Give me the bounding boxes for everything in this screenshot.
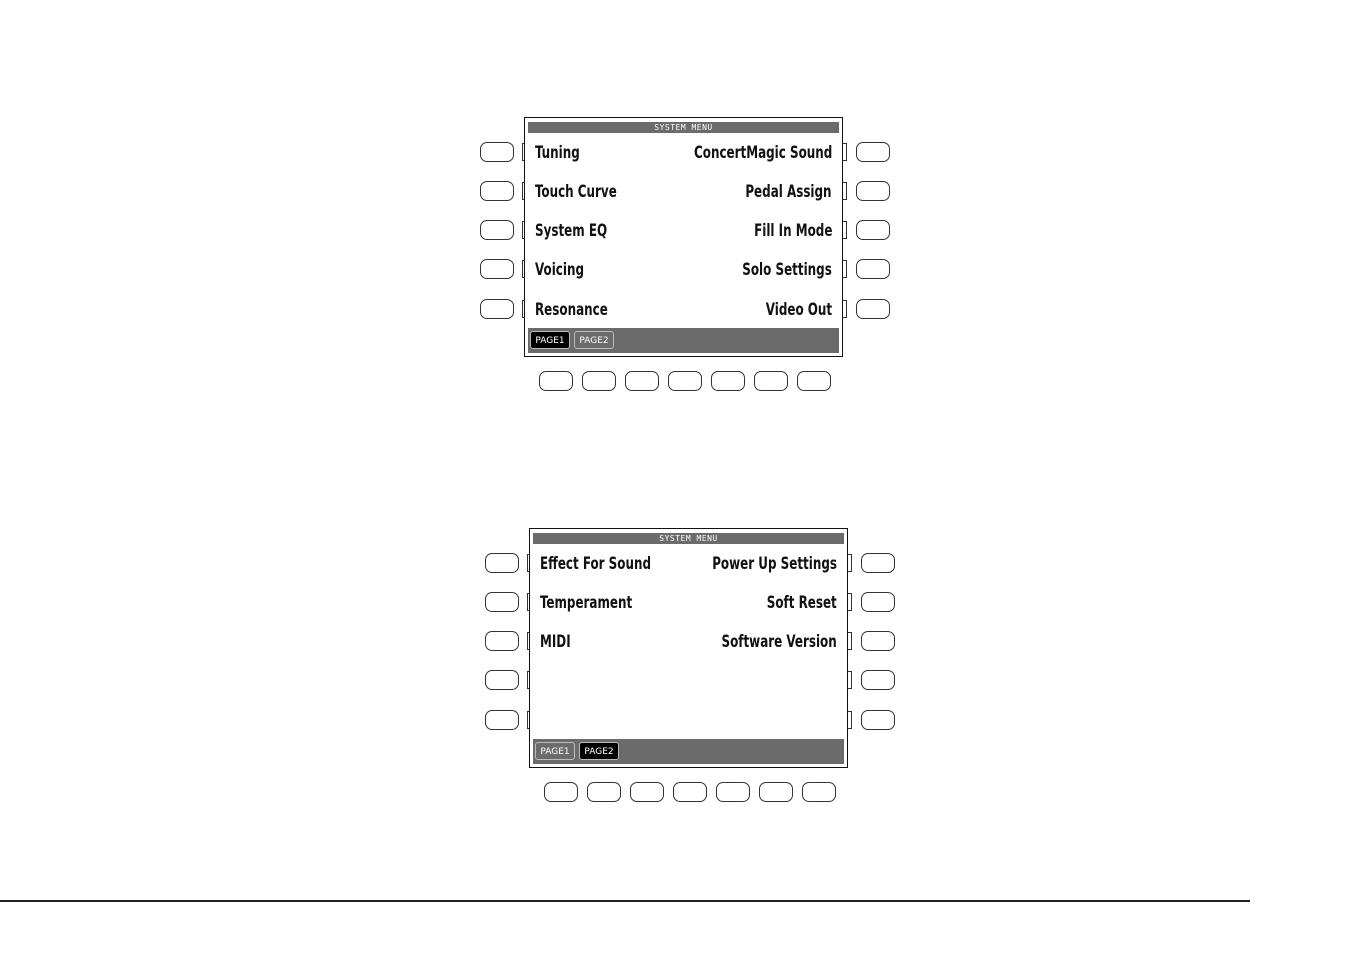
tab-page2[interactable]: PAGE2	[574, 331, 614, 349]
right-bracket-3	[848, 632, 852, 650]
bottom-soft-button-5[interactable]	[711, 371, 745, 391]
right-bracket-4	[848, 671, 852, 689]
menu-item-right-2[interactable]: Soft Reset	[767, 593, 837, 613]
right-soft-button-2[interactable]	[861, 592, 895, 612]
left-soft-button-4[interactable]	[480, 259, 514, 279]
bottom-soft-button-2[interactable]	[582, 371, 616, 391]
screen-title: SYSTEM MENU	[528, 122, 839, 133]
bottom-soft-button-4[interactable]	[668, 371, 702, 391]
system-menu-page1-panel: SYSTEM MENU Tuning ConcertMagic Sound Touch…	[478, 114, 898, 404]
right-soft-button-1[interactable]	[861, 553, 895, 573]
right-bracket-5	[848, 711, 852, 729]
menu-item-left-3[interactable]: MIDI	[540, 632, 571, 652]
right-bracket-4	[843, 260, 847, 278]
right-bracket-5	[843, 300, 847, 318]
bottom-soft-button-1[interactable]	[544, 782, 578, 802]
page-divider-line	[0, 900, 1250, 902]
right-bracket-3	[843, 221, 847, 239]
right-soft-button-4[interactable]	[856, 259, 890, 279]
right-bracket-1	[843, 143, 847, 161]
bottom-soft-button-2[interactable]	[587, 782, 621, 802]
menu-item-left-1[interactable]: Effect For Sound	[540, 554, 651, 574]
left-soft-button-3[interactable]	[485, 631, 519, 651]
right-soft-button-4[interactable]	[861, 670, 895, 690]
menu-item-left-4[interactable]: Voicing	[535, 260, 584, 280]
left-soft-button-4[interactable]	[485, 670, 519, 690]
right-bracket-1	[848, 554, 852, 572]
right-soft-button-5[interactable]	[856, 299, 890, 319]
tab-page1[interactable]: PAGE1	[530, 331, 570, 349]
left-soft-button-1[interactable]	[480, 142, 514, 162]
right-soft-button-3[interactable]	[856, 220, 890, 240]
left-soft-button-5[interactable]	[485, 710, 519, 730]
bottom-soft-button-5[interactable]	[716, 782, 750, 802]
lcd-screen: SYSTEM MENU Tuning ConcertMagic Sound Touch…	[524, 117, 843, 357]
menu-item-left-5[interactable]: Resonance	[535, 300, 608, 320]
bottom-soft-button-7[interactable]	[797, 371, 831, 391]
right-soft-button-2[interactable]	[856, 181, 890, 201]
menu-item-left-2[interactable]: Temperament	[540, 593, 632, 613]
right-soft-button-3[interactable]	[861, 631, 895, 651]
menu-item-right-3[interactable]: Fill In Mode	[754, 221, 832, 241]
menu-item-left-3[interactable]: System EQ	[535, 221, 607, 241]
bottom-soft-button-6[interactable]	[759, 782, 793, 802]
system-menu-page2-panel: SYSTEM MENU Effect For Sound Power Up Sett…	[483, 525, 903, 815]
menu-item-right-1[interactable]: ConcertMagic Sound	[694, 143, 832, 163]
tab-page1[interactable]: PAGE1	[535, 742, 575, 760]
menu-item-right-3[interactable]: Software Version	[722, 632, 837, 652]
menu-item-right-2[interactable]: Pedal Assign	[746, 182, 832, 202]
left-soft-button-1[interactable]	[485, 553, 519, 573]
right-soft-button-1[interactable]	[856, 142, 890, 162]
tab-bar: PAGE1 PAGE2	[528, 328, 839, 353]
menu-item-right-5[interactable]: Video Out	[766, 300, 832, 320]
lcd-screen: SYSTEM MENU Effect For Sound Power Up Sett…	[529, 528, 848, 768]
bottom-soft-button-4[interactable]	[673, 782, 707, 802]
screen-title: SYSTEM MENU	[533, 533, 844, 544]
menu-item-left-1[interactable]: Tuning	[535, 143, 580, 163]
menu-item-left-2[interactable]: Touch Curve	[535, 182, 617, 202]
tab-page2[interactable]: PAGE2	[579, 742, 619, 760]
tab-bar: PAGE1 PAGE2	[533, 739, 844, 764]
menu-item-right-4[interactable]: Solo Settings	[742, 260, 832, 280]
left-soft-button-2[interactable]	[480, 181, 514, 201]
right-soft-button-5[interactable]	[861, 710, 895, 730]
left-soft-button-5[interactable]	[480, 299, 514, 319]
bottom-soft-button-6[interactable]	[754, 371, 788, 391]
menu-item-right-1[interactable]: Power Up Settings	[712, 554, 837, 574]
left-soft-button-2[interactable]	[485, 592, 519, 612]
bottom-soft-button-1[interactable]	[539, 371, 573, 391]
bottom-soft-button-7[interactable]	[802, 782, 836, 802]
right-bracket-2	[843, 182, 847, 200]
bottom-soft-button-3[interactable]	[625, 371, 659, 391]
bottom-soft-button-3[interactable]	[630, 782, 664, 802]
left-soft-button-3[interactable]	[480, 220, 514, 240]
right-bracket-2	[848, 593, 852, 611]
